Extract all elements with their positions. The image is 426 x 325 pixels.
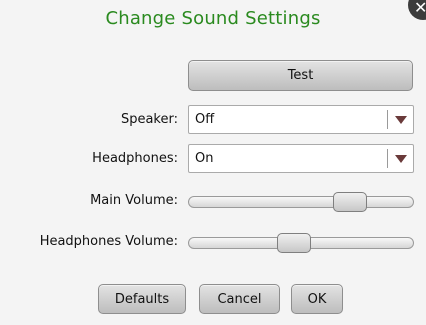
cancel-button[interactable]: Cancel xyxy=(199,284,280,314)
defaults-button-label: Defaults xyxy=(114,291,170,307)
test-button-label: Test xyxy=(287,68,314,83)
dropdown-arrow-icon[interactable] xyxy=(395,116,407,124)
ok-button[interactable]: OK xyxy=(291,284,343,314)
dropdown-arrow-icon[interactable] xyxy=(395,155,407,163)
headphones-select[interactable]: On xyxy=(188,144,414,173)
headphones-label: Headphones: xyxy=(92,151,178,166)
select-separator xyxy=(387,149,388,168)
cancel-button-label: Cancel xyxy=(217,291,262,307)
main-volume-slider-thumb[interactable] xyxy=(333,192,368,212)
test-button[interactable]: Test xyxy=(188,60,413,91)
headphones-select-value: On xyxy=(195,151,214,166)
headphones-volume-slider-thumb[interactable] xyxy=(277,233,312,253)
defaults-button[interactable]: Defaults xyxy=(98,284,186,314)
speaker-select[interactable]: Off xyxy=(188,105,414,134)
headphones-volume-slider[interactable] xyxy=(188,233,414,253)
dialog-title: Change Sound Settings xyxy=(105,8,321,29)
ok-button-label: OK xyxy=(307,291,327,307)
speaker-label: Speaker: xyxy=(120,112,178,127)
main-volume-label: Main Volume: xyxy=(90,193,178,208)
speaker-select-value: Off xyxy=(195,112,215,127)
sound-settings-dialog: ✕ Change Sound Settings Test Speaker: Of… xyxy=(0,0,426,325)
select-separator xyxy=(387,110,388,129)
headphones-volume-label: Headphones Volume: xyxy=(39,234,178,249)
main-volume-slider[interactable] xyxy=(188,192,414,212)
